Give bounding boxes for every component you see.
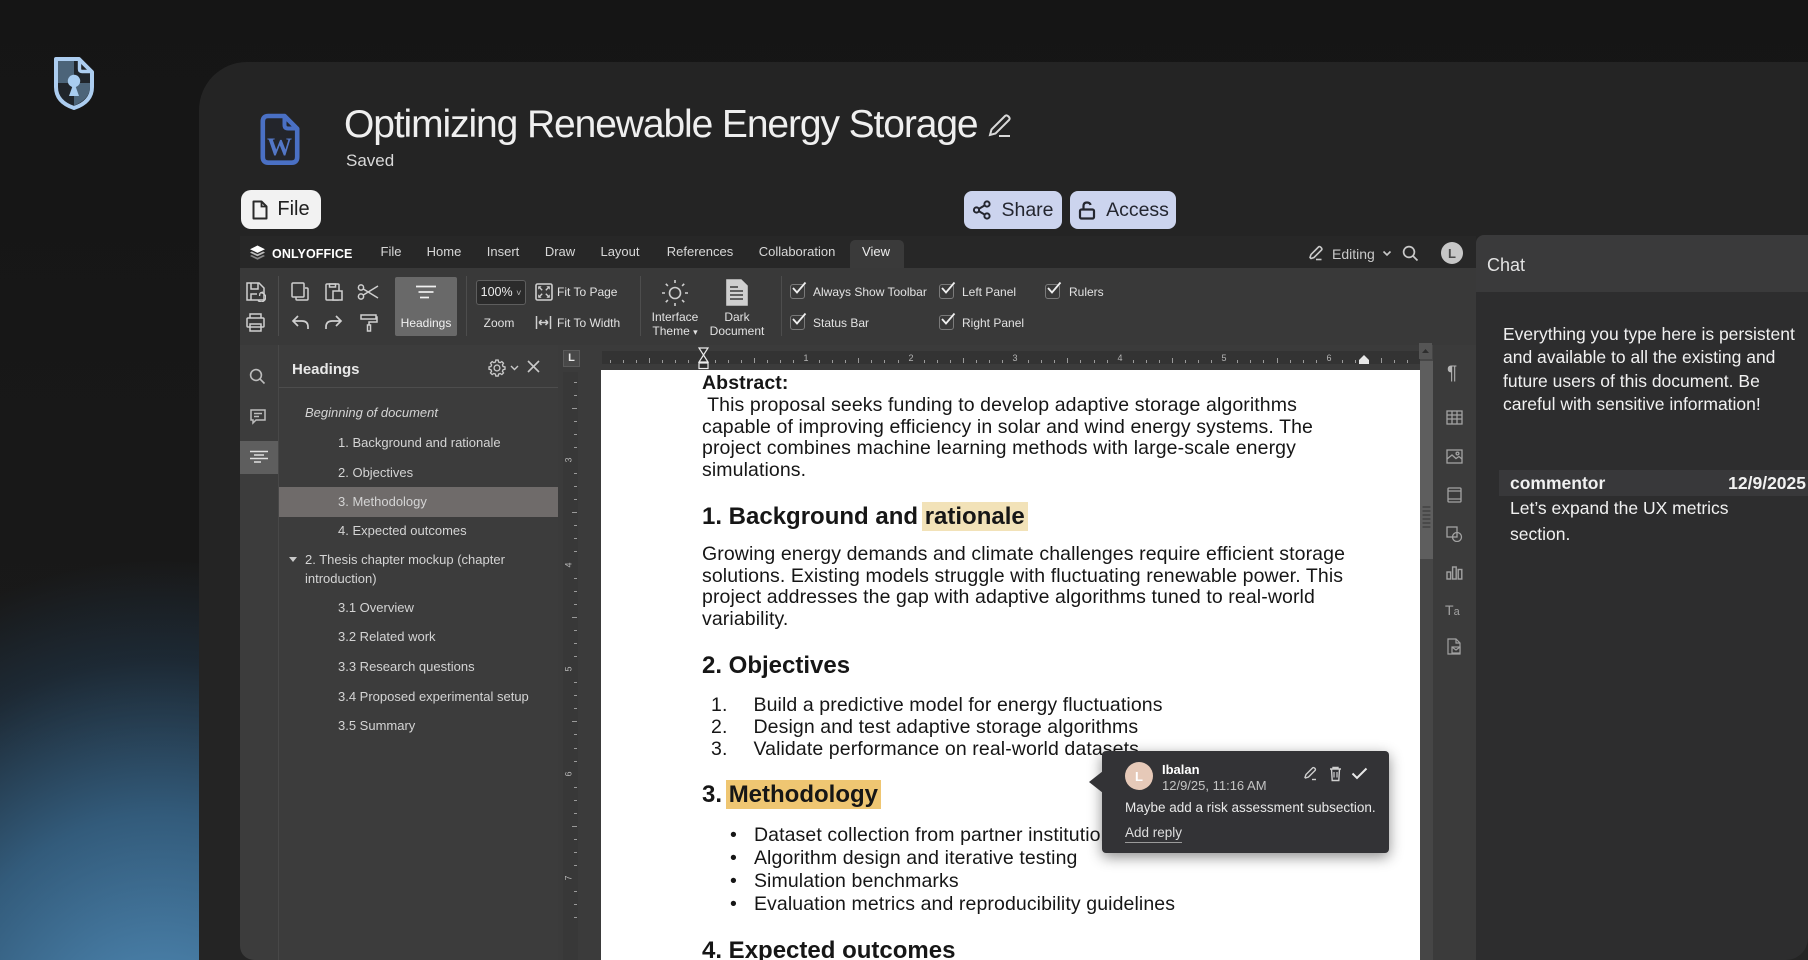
svg-text:W: W <box>267 134 292 161</box>
